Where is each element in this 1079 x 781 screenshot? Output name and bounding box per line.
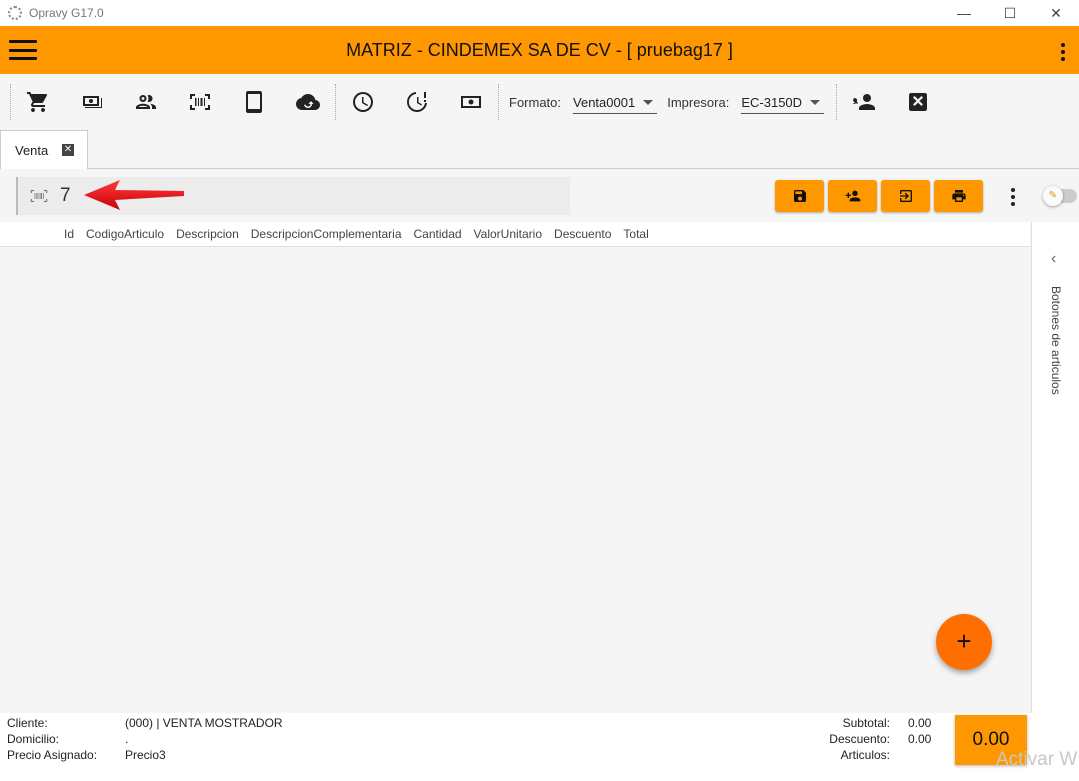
sale-footer: Cliente: (000) | VENTA MOSTRADOR Domicili… — [0, 713, 1079, 781]
cart-button[interactable] — [11, 82, 65, 122]
domicilio-value: . — [125, 732, 129, 746]
column-header[interactable]: Total — [623, 227, 648, 241]
toolbar-divider — [498, 84, 499, 120]
cliente-value: (000) | VENTA MOSTRADOR — [125, 716, 283, 730]
toolbar: Formato: Venta0001 Impresora: EC-3150D — [0, 74, 1079, 130]
barcode-input-value: 7 — [60, 185, 71, 206]
app-bar: MATRIZ - CINDEMEX SA DE CV - [ pruebag17… — [0, 26, 1079, 74]
formato-select[interactable]: Venta0001 — [573, 91, 658, 114]
column-header[interactable]: CodigoArticulo — [86, 227, 164, 241]
add-item-fab[interactable]: + — [936, 614, 992, 670]
descuento-label: Descuento: — [829, 732, 890, 746]
add-customer-button[interactable] — [828, 180, 877, 212]
cloud-sync-icon — [296, 94, 320, 110]
domicilio-label: Domicilio: — [7, 732, 60, 746]
save-button[interactable] — [775, 180, 824, 212]
column-header[interactable]: Descripcion — [176, 227, 239, 241]
totals-labels: Subtotal: Descuento: Articulos: — [800, 715, 890, 763]
clients-button[interactable] — [119, 82, 173, 122]
menu-icon[interactable] — [9, 40, 37, 60]
totals-values: 0.00 0.00 — [908, 715, 931, 747]
barcode-button[interactable] — [173, 82, 227, 122]
exit-icon — [899, 190, 912, 202]
user-key-icon — [853, 94, 876, 110]
grid-header: Id CodigoArticulo Descripcion Descripcio… — [0, 222, 1030, 247]
cash-button[interactable] — [65, 82, 119, 122]
tablet-icon — [246, 91, 262, 113]
export-button[interactable] — [881, 180, 930, 212]
column-header[interactable]: Id — [64, 227, 74, 241]
tablet-button[interactable] — [227, 82, 281, 122]
column-header[interactable]: Descuento — [554, 227, 611, 241]
tab-label: Venta — [15, 142, 49, 158]
money-icon — [83, 96, 102, 108]
clock-icon — [353, 92, 373, 112]
subtotal-value: 0.00 — [908, 716, 932, 730]
barcode-icon — [190, 94, 210, 110]
save-icon — [793, 190, 806, 202]
action-buttons — [775, 180, 983, 212]
descuento-value: 0.00 — [908, 732, 932, 746]
window-controls: — ☐ ✕ — [941, 0, 1079, 26]
impresora-select[interactable]: EC-3150D — [741, 91, 825, 114]
pin-icon: ✎ — [1043, 186, 1063, 206]
print-button[interactable] — [934, 180, 983, 212]
minimize-button[interactable]: — — [941, 0, 987, 26]
cart-icon — [27, 92, 48, 112]
precio-value: Precio3 — [125, 748, 166, 762]
window-title-bar: Opravy G17.0 — ☐ ✕ — [0, 0, 1079, 26]
dropdown-caret-icon — [810, 99, 821, 105]
close-box-icon — [909, 93, 928, 111]
article-buttons-panel[interactable]: ‹ Botones de articulos — [1031, 222, 1079, 713]
more-actions-icon[interactable] — [1011, 188, 1015, 206]
app-logo-icon — [8, 6, 22, 20]
formato-label: Formato: — [509, 94, 562, 110]
cliente-row: Cliente: (000) | VENTA MOSTRADOR — [7, 716, 283, 730]
cliente-label: Cliente: — [7, 716, 48, 730]
column-header[interactable]: DescripcionComplementaria — [251, 227, 402, 241]
pending-button[interactable] — [390, 82, 444, 122]
column-header[interactable]: Cantidad — [414, 227, 462, 241]
window-title: Opravy G17.0 — [29, 6, 104, 20]
more-options-icon[interactable] — [1061, 43, 1065, 61]
impresora-label: Impresora: — [667, 94, 730, 110]
close-icon[interactable]: ✕ — [62, 144, 74, 156]
activation-watermark: Activar W — [996, 749, 1078, 770]
history-button[interactable] — [336, 82, 390, 122]
maximize-button[interactable]: ☐ — [987, 0, 1033, 26]
app-bar-title: MATRIZ - CINDEMEX SA DE CV - [ pruebag17… — [346, 39, 733, 60]
close-sale-button[interactable] — [891, 82, 945, 122]
printer-icon — [951, 190, 966, 202]
cloud-sync-button[interactable] — [281, 82, 335, 122]
person-add-icon — [845, 190, 860, 202]
pin-toggle[interactable]: ✎ — [1043, 186, 1077, 206]
user-key-button[interactable] — [837, 82, 891, 122]
precio-label: Precio Asignado: — [7, 748, 98, 762]
cash-register-button[interactable] — [444, 82, 498, 122]
articulos-label: Articulos: — [840, 748, 890, 762]
dropdown-caret-icon — [643, 99, 654, 105]
impresora-value: EC-3150D — [741, 94, 803, 110]
chevron-left-icon[interactable]: ‹ — [1051, 250, 1056, 268]
people-icon — [136, 95, 156, 109]
article-buttons-label: Botones de articulos — [1049, 286, 1063, 395]
tab-venta[interactable]: Venta ✕ — [0, 130, 88, 169]
red-arrow-annotation — [84, 180, 184, 210]
clock-alert-icon — [407, 92, 427, 112]
subtotal-label: Subtotal: — [842, 716, 890, 730]
cash-icon — [461, 96, 481, 108]
column-header[interactable]: ValorUnitario — [474, 227, 542, 241]
barcode-scan-icon — [30, 190, 48, 202]
tab-bar: Venta ✕ — [0, 130, 1079, 169]
precio-row: Precio Asignado: Precio3 — [7, 748, 166, 762]
domicilio-row: Domicilio:. — [7, 732, 128, 746]
formato-value: Venta0001 — [573, 94, 636, 110]
grid-body — [0, 247, 1030, 713]
close-window-button[interactable]: ✕ — [1033, 0, 1079, 26]
